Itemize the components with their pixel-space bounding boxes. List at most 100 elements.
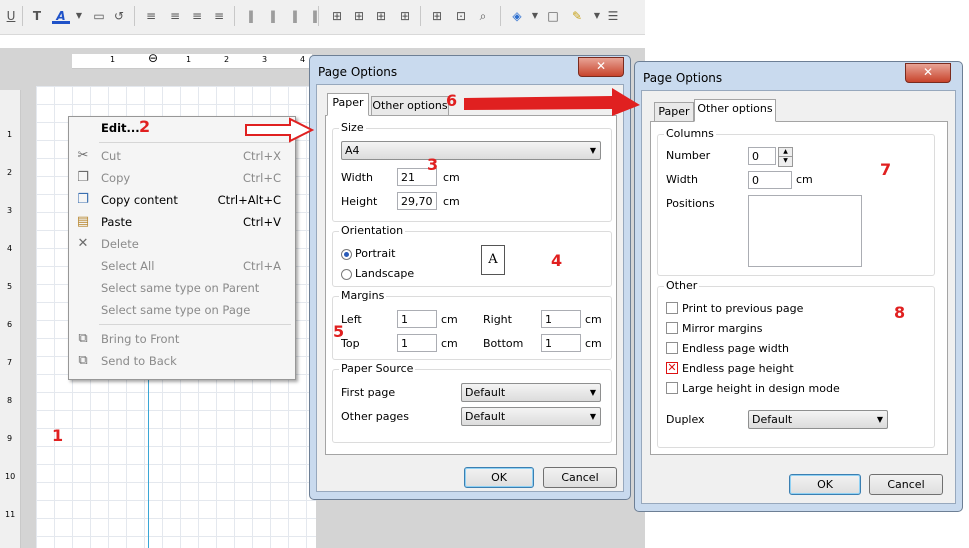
margin-top-input[interactable]: 1 [397, 334, 437, 352]
duplex-select[interactable]: Default ▼ [748, 410, 888, 429]
align-right-icon[interactable]: ≡ [188, 7, 206, 25]
positions-list[interactable] [748, 195, 862, 267]
chevron-down-icon: ▼ [589, 412, 596, 421]
column-number-input[interactable]: 0 [748, 147, 776, 165]
menu-item-paste[interactable]: ▤ Paste Ctrl+V [69, 211, 295, 233]
first-page-select[interactable]: Default ▼ [461, 383, 601, 402]
grid-icon[interactable]: ⊞ [396, 7, 414, 25]
ok-button[interactable]: OK [789, 474, 861, 495]
height-input[interactable]: 29,70 [397, 192, 437, 210]
close-button[interactable]: ✕ [905, 63, 951, 83]
column-width-input[interactable]: 0 [748, 171, 792, 189]
hollow-arrow-icon [245, 117, 315, 143]
column-width-label: Width [666, 173, 698, 186]
menu-item-label: Copy [101, 171, 131, 185]
toolbar-separator [500, 6, 501, 26]
ruler-tick: 3 [7, 206, 13, 215]
print-previous-checkbox[interactable] [666, 302, 678, 314]
ruler-marker-icon[interactable]: ⊖ [148, 51, 158, 65]
delete-icon: ✕ [77, 236, 89, 251]
grid-icon[interactable]: ⊞ [372, 7, 390, 25]
ruler-tick: 9 [7, 434, 13, 443]
ruler-tick: 1 [110, 55, 116, 64]
large-height-checkbox[interactable] [666, 382, 678, 394]
tab-other-options[interactable]: Other options [371, 96, 449, 116]
cancel-button[interactable]: Cancel [543, 467, 617, 488]
dropdown-icon[interactable]: ▼ [70, 7, 88, 25]
dialog-client: Paper Other options Columns Number 0 ▲ ▼… [641, 90, 956, 504]
menu-item-select-all[interactable]: Select All Ctrl+A [69, 255, 295, 277]
tab-panel-other-options: Columns Number 0 ▲ ▼ Width 0 cm Position… [650, 121, 948, 455]
ruler-tick: 2 [7, 168, 13, 177]
line-color-icon[interactable]: ✎ [568, 7, 586, 25]
menu-item-shortcut: Ctrl+A [243, 259, 281, 273]
grid-icon[interactable]: ⊞ [350, 7, 368, 25]
undo-icon[interactable]: ↺ [110, 7, 128, 25]
chevron-down-icon[interactable]: ▼ [778, 156, 793, 167]
bars-icon[interactable]: ‖ [306, 7, 324, 25]
tab-paper[interactable]: Paper [654, 102, 694, 122]
page-orientation-preview-icon: A [481, 245, 505, 275]
annotation-number: 4 [551, 251, 563, 270]
text-format-icon[interactable]: T [28, 7, 46, 25]
ruler-tick: 4 [300, 55, 306, 64]
image-icon[interactable]: ▭ [90, 7, 108, 25]
portrait-radio[interactable] [341, 249, 352, 260]
rectangle-icon[interactable]: □ [544, 7, 562, 25]
positions-label: Positions [666, 197, 715, 210]
menu-item-cut[interactable]: ✂ Cut Ctrl+X [69, 145, 295, 167]
menu-item-bring-front[interactable]: ⧉ Bring to Front [69, 328, 295, 350]
margin-unit: cm [441, 337, 458, 350]
bars-icon[interactable]: ‖ [286, 7, 304, 25]
dropdown-icon[interactable]: ▼ [526, 7, 544, 25]
justify-icon[interactable]: ≡ [210, 7, 228, 25]
menu-item-copy[interactable]: ❐ Copy Ctrl+C [69, 167, 295, 189]
other-pages-select[interactable]: Default ▼ [461, 407, 601, 426]
margin-left-input[interactable]: 1 [397, 310, 437, 328]
landscape-radio[interactable] [341, 269, 352, 280]
menu-item-delete[interactable]: ✕ Delete [69, 233, 295, 255]
group-title: Paper Source [339, 362, 416, 375]
ruler-top: 1 ⊖ 1 2 3 4 [72, 51, 312, 69]
zoom-icon[interactable]: ⌕ [474, 7, 492, 25]
menu-item-select-same-page[interactable]: Select same type on Page [69, 299, 295, 321]
grid-icon[interactable]: ⊞ [328, 7, 346, 25]
margin-bottom-input[interactable]: 1 [541, 334, 581, 352]
context-menu: Edit... ✂ Cut Ctrl+X ❐ Copy Ctrl+C ❐ Cop… [68, 116, 296, 380]
group-title: Size [339, 121, 366, 134]
fill-color-icon[interactable]: ◈ [508, 7, 526, 25]
width-unit: cm [443, 171, 460, 184]
menu-item-copy-content[interactable]: ❐ Copy content Ctrl+Alt+C [69, 189, 295, 211]
paper-size-select[interactable]: A4 ▼ [341, 141, 601, 160]
red-arrow-icon [464, 88, 640, 116]
font-color-icon[interactable]: A [52, 7, 70, 24]
menu-separator [99, 324, 291, 325]
annotation-number: 6 [446, 91, 458, 110]
duplex-label: Duplex [666, 413, 705, 426]
vertical-bars-icon[interactable]: ‖ [242, 7, 260, 25]
tab-other-options[interactable]: Other options [694, 99, 776, 122]
dialog-title: Page Options [318, 65, 398, 79]
close-button[interactable]: ✕ [578, 57, 624, 77]
mirror-margins-checkbox[interactable] [666, 322, 678, 334]
grid-icon[interactable]: ⊞ [428, 7, 446, 25]
menu-item-label: Paste [101, 215, 133, 229]
cancel-button[interactable]: Cancel [869, 474, 943, 495]
endless-height-checkbox[interactable]: ✕ [666, 362, 678, 374]
tab-paper[interactable]: Paper [327, 93, 369, 116]
grid-icon[interactable]: ⊡ [452, 7, 470, 25]
line-style-icon[interactable]: ☰ [604, 7, 622, 25]
menu-item-shortcut: Ctrl+X [243, 149, 281, 163]
margin-right-input[interactable]: 1 [541, 310, 581, 328]
menu-item-select-same-parent[interactable]: Select same type on Parent [69, 277, 295, 299]
ruler-tick: 1 [186, 55, 192, 64]
menu-item-send-back[interactable]: ⧉ Send to Back [69, 350, 295, 372]
bars-icon[interactable]: ‖ [264, 7, 282, 25]
column-width-unit: cm [796, 173, 813, 186]
align-center-icon[interactable]: ≡ [166, 7, 184, 25]
ok-button[interactable]: OK [464, 467, 534, 488]
endless-width-checkbox[interactable] [666, 342, 678, 354]
align-left-icon[interactable]: ≡ [142, 7, 160, 25]
page-options-dialog-other: Page Options ✕ Paper Other options Colum… [634, 61, 963, 512]
underline-icon[interactable]: U [2, 7, 20, 25]
